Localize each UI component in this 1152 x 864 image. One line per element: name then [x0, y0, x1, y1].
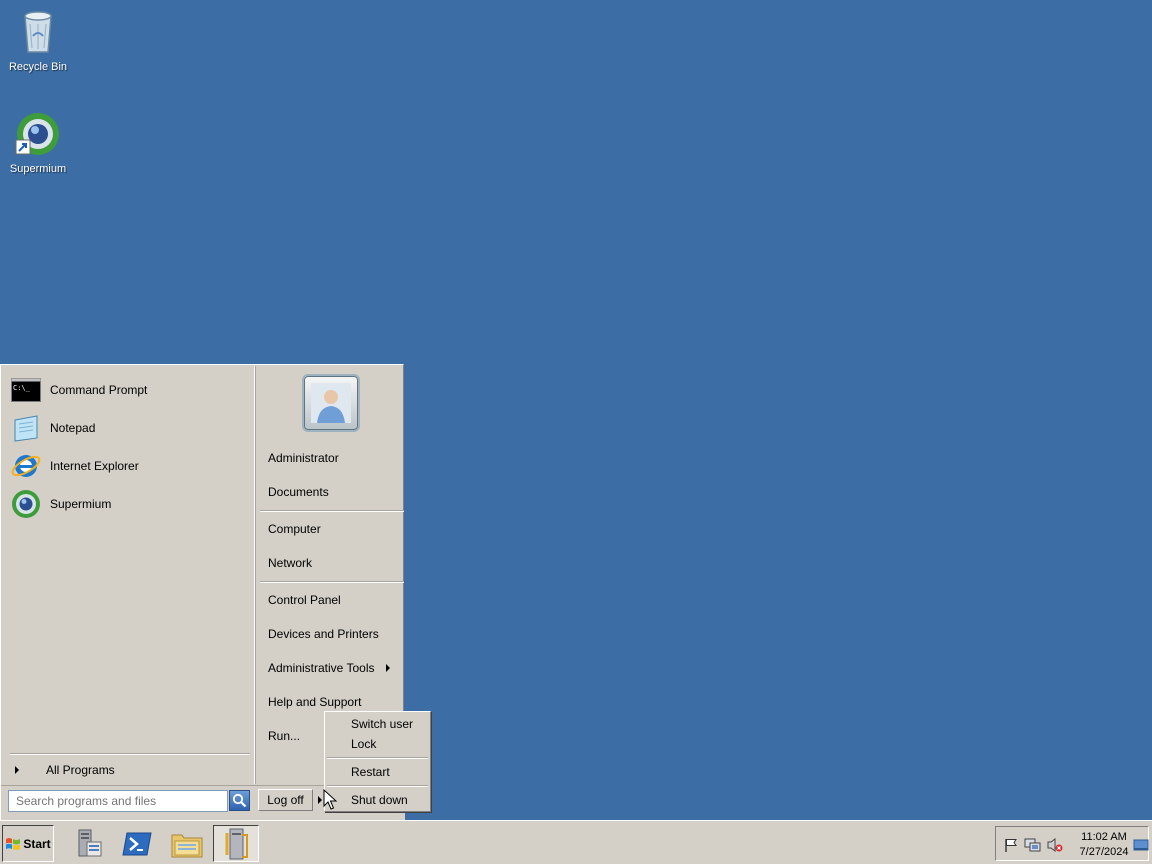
submenu-label: Lock: [351, 737, 377, 751]
taskbar-server-manager[interactable]: [65, 825, 111, 862]
chevron-right-icon: [15, 766, 19, 774]
program-label: Notepad: [50, 421, 96, 435]
submenu-label: Shut down: [351, 793, 408, 807]
start-button[interactable]: Start: [2, 825, 54, 862]
avatar[interactable]: [302, 374, 360, 432]
action-center-flag-icon[interactable]: [1002, 836, 1020, 854]
taskbar-powershell[interactable]: [114, 825, 160, 862]
submenu-label: Switch user: [351, 717, 414, 731]
chevron-right-icon: [318, 796, 322, 804]
windows-flag-icon: [6, 837, 21, 850]
user-icon: [311, 383, 351, 423]
right-divider: [260, 581, 404, 583]
log-off-label: Log off: [267, 793, 304, 807]
clock-time: 11:02 AM: [1081, 831, 1127, 843]
recycle-bin-icon: [1, 6, 75, 59]
right-item-label: Administrator: [268, 451, 339, 465]
server-manager-icon: [78, 829, 102, 856]
start-menu-item-notepad[interactable]: Notepad: [10, 411, 248, 445]
right-item-label: Computer: [268, 522, 321, 536]
menu-item-shut-down[interactable]: Shut down: [351, 792, 408, 808]
start-menu-item-supermium[interactable]: Supermium: [10, 487, 248, 521]
all-programs-divider: [10, 753, 250, 755]
start-menu-item-devices-and-printers[interactable]: Devices and Printers: [268, 624, 398, 644]
program-label: Internet Explorer: [50, 459, 139, 473]
supermium-shortcut-icon: [1, 110, 75, 161]
submenu-divider: [327, 785, 428, 787]
right-item-label: Documents: [268, 485, 329, 499]
powershell-icon: [122, 832, 152, 855]
right-item-label: Run...: [268, 729, 301, 743]
command-prompt-icon: C:\_: [10, 374, 42, 406]
admin-tools-icon: [225, 828, 248, 859]
desktop-icon-label: Supermium: [9, 163, 67, 175]
internet-explorer-icon: [10, 450, 42, 482]
desktop-icon-label: Recycle Bin: [8, 61, 68, 73]
search-button[interactable]: [229, 790, 250, 811]
shutdown-submenu: Switch user Lock Restart Shut down: [324, 711, 431, 812]
notepad-icon: [10, 412, 42, 444]
mouse-cursor-icon: [323, 789, 337, 810]
menu-item-switch-user[interactable]: Switch user: [351, 716, 413, 732]
right-item-label: Control Panel: [268, 593, 341, 607]
start-menu-item-control-panel[interactable]: Control Panel: [268, 590, 398, 610]
start-label: Start: [23, 836, 51, 851]
right-item-label: Network: [268, 556, 313, 570]
taskbar: Start 11:02 AM 7/27/2024: [0, 820, 1152, 864]
volume-muted-icon[interactable]: [1046, 836, 1064, 854]
start-menu-item-computer[interactable]: Computer: [268, 519, 398, 539]
right-item-label: Administrative Tools: [268, 661, 375, 675]
all-programs-label: All Programs: [46, 763, 115, 777]
right-divider: [260, 510, 404, 512]
start-menu-item-internet-explorer[interactable]: Internet Explorer: [10, 449, 248, 483]
start-menu-programs-pane: C:\_ Command Prompt Notepad Internet Exp…: [2, 366, 254, 784]
menu-item-restart[interactable]: Restart: [351, 764, 390, 780]
start-menu-item-help-and-support[interactable]: Help and Support: [268, 692, 398, 712]
windows-explorer-icon: [171, 834, 203, 857]
start-menu-item-administrator[interactable]: Administrator: [268, 448, 398, 468]
desktop-icon-supermium[interactable]: Supermium: [1, 110, 75, 175]
taskbar-administrative-tools[interactable]: [213, 825, 259, 862]
chevron-right-icon: [386, 664, 390, 672]
program-label: Supermium: [50, 497, 112, 511]
clock[interactable]: 11:02 AM 7/27/2024: [1074, 830, 1134, 860]
search-icon: [232, 793, 247, 808]
right-item-label: Devices and Printers: [268, 627, 379, 641]
show-desktop-icon[interactable]: [1132, 836, 1150, 854]
program-label: Command Prompt: [50, 383, 148, 397]
log-off-button[interactable]: Log off: [258, 789, 313, 811]
search-input[interactable]: [8, 790, 228, 812]
svg-text:C:\_: C:\_: [13, 384, 31, 392]
menu-item-lock[interactable]: Lock: [351, 736, 376, 752]
clock-date: 7/27/2024: [1079, 846, 1129, 858]
start-menu-item-administrative-tools[interactable]: Administrative Tools: [268, 658, 398, 678]
network-icon[interactable]: [1024, 836, 1042, 854]
desktop-icon-recycle-bin[interactable]: Recycle Bin: [1, 6, 75, 73]
submenu-divider: [327, 757, 428, 759]
start-menu-item-network[interactable]: Network: [268, 553, 398, 573]
start-menu-item-command-prompt[interactable]: C:\_ Command Prompt: [10, 373, 248, 407]
start-menu-item-documents[interactable]: Documents: [268, 482, 398, 502]
taskbar-windows-explorer[interactable]: [164, 825, 210, 862]
all-programs-button[interactable]: All Programs: [10, 760, 250, 780]
system-tray: 11:02 AM 7/27/2024: [995, 826, 1149, 861]
submenu-label: Restart: [351, 765, 390, 779]
right-item-label: Help and Support: [268, 695, 362, 709]
supermium-icon: [10, 488, 42, 520]
